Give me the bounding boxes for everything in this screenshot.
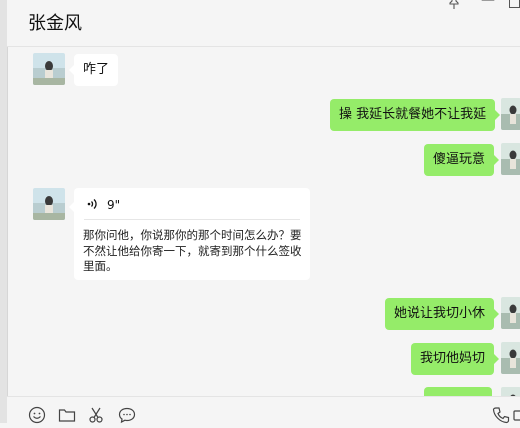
message-bubble[interactable]: 傻逼玩意	[424, 144, 500, 176]
my-avatar[interactable]	[501, 342, 520, 374]
voice-message[interactable]: 9" 那你问他，你说那你的那个时间怎么办？要不然让他给你寄一下，就寄到那个什么签…	[69, 188, 310, 280]
message-bubble[interactable]: 操 我延长就餐她不让我延	[330, 99, 501, 131]
scissors-icon[interactable]	[88, 406, 106, 424]
minimize-icon[interactable]: —	[481, 0, 495, 8]
phone-icon[interactable]	[492, 406, 510, 424]
emoji-icon[interactable]	[28, 406, 46, 424]
maximize-icon[interactable]	[509, 0, 520, 8]
voice-duration: 9"	[107, 198, 121, 212]
divider	[84, 219, 300, 220]
video-icon[interactable]	[513, 406, 520, 424]
message-bubble[interactable]: 她说让我切小休	[385, 298, 500, 330]
my-avatar[interactable]	[501, 297, 520, 329]
input-toolbar	[7, 396, 520, 424]
my-avatar[interactable]	[501, 387, 520, 396]
my-avatar[interactable]	[501, 98, 520, 130]
voice-transcript: 那你问他，你说那你的那个时间怎么办？要不然让他给你寄一下，就寄到那个什么签收里面…	[83, 228, 302, 273]
contact-avatar[interactable]	[33, 53, 65, 85]
message-bubble[interactable]	[424, 387, 492, 396]
contact-avatar[interactable]	[33, 188, 65, 220]
chat-header: 张金风 —	[7, 0, 520, 47]
message-bubble[interactable]: 咋了	[68, 54, 119, 86]
voice-wave-icon	[86, 197, 100, 215]
folder-icon[interactable]	[58, 406, 76, 424]
my-avatar[interactable]	[501, 143, 520, 175]
pin-icon[interactable]	[448, 0, 460, 14]
chat-bubble-icon[interactable]	[118, 406, 136, 424]
message-list[interactable]: 咋了 操 我延长就餐她不让我延 傻逼玩意 9" 那你问他，你说那你的那个时间怎么…	[7, 47, 520, 396]
message-bubble[interactable]: 我切他妈切	[411, 343, 500, 375]
chat-title: 张金风	[28, 13, 82, 34]
